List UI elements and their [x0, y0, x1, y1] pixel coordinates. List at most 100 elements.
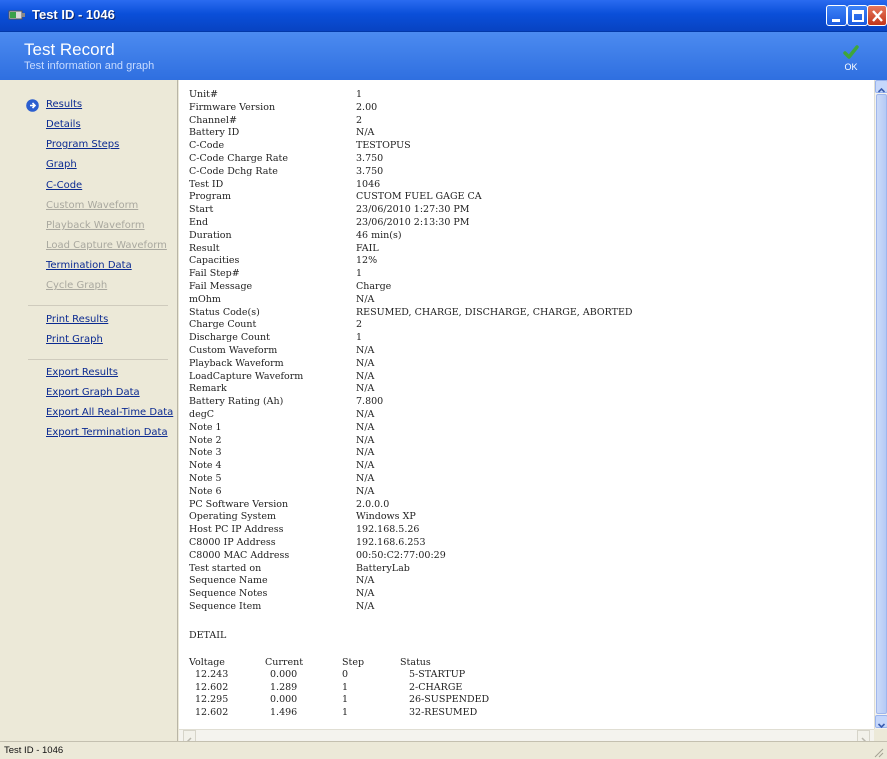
page-header: Test Record Test information and graph O… [0, 32, 887, 80]
field-label: Charge Count [189, 319, 257, 331]
sidebar-item-details[interactable]: Details [46, 119, 81, 130]
sidebar-item-export-results[interactable]: Export Results [46, 367, 118, 378]
detail-cell: 1 [342, 706, 349, 718]
detail-cell: 1 [342, 694, 349, 705]
field-value: 2 [356, 319, 363, 331]
field-value: N/A [356, 127, 375, 139]
detail-cell: 12.243 [195, 669, 229, 680]
detail-cell: 1 [342, 681, 349, 693]
close-icon [872, 10, 883, 22]
field-label: PC Software Version [189, 498, 289, 510]
field-label: Fail Step# [189, 268, 240, 280]
detail-column-header: Current [265, 657, 304, 668]
field-value: N/A [356, 345, 375, 356]
field-value: N/A [356, 370, 375, 382]
field-value: N/A [356, 383, 375, 395]
field-label: Test ID [189, 178, 224, 190]
sidebar-item-graph[interactable]: Graph [46, 159, 77, 170]
field-value: N/A [356, 421, 375, 433]
field-value: RESUMED, CHARGE, DISCHARGE, CHARGE, ABOR… [356, 306, 633, 318]
field-value: N/A [356, 473, 375, 484]
field-value: N/A [356, 460, 375, 472]
field-value: 1046 [356, 178, 381, 190]
checkmark-icon [843, 45, 859, 59]
sidebar-divider [28, 305, 168, 306]
field-value: 3.750 [356, 165, 384, 177]
window-titlebar[interactable]: Test ID - 1046 [0, 0, 887, 32]
page-subtitle: Test information and graph [24, 60, 155, 72]
field-value: 7.800 [356, 396, 384, 408]
window-title: Test ID - 1046 [32, 7, 115, 22]
status-bar: Test ID - 1046 [0, 741, 887, 759]
field-label: Result [189, 242, 220, 254]
scroll-down-button[interactable] [875, 715, 887, 729]
field-label: Sequence Notes [189, 588, 268, 600]
field-label: Sequence Item [189, 601, 262, 612]
field-label: Note 2 [189, 434, 222, 446]
detail-heading: DETAIL [189, 630, 227, 641]
field-label: Test started on [189, 562, 262, 574]
scroll-up-button[interactable] [875, 80, 887, 93]
field-label: Program [189, 191, 231, 203]
vertical-scroll-thumb[interactable] [876, 94, 887, 714]
field-value: N/A [356, 575, 375, 587]
sidebar-item-program-steps[interactable]: Program Steps [46, 139, 119, 150]
field-label: Discharge Count [189, 332, 270, 344]
field-value: N/A [356, 447, 375, 459]
sidebar-divider [28, 359, 168, 360]
field-label: C-Code Charge Rate [189, 153, 288, 164]
detail-cell: 12.295 [195, 694, 229, 705]
minimize-button[interactable] [826, 5, 847, 26]
maximize-button[interactable] [847, 5, 868, 26]
field-value: 46 min(s) [356, 229, 402, 241]
field-value: 23/06/2010 1:27:30 PM [356, 204, 470, 216]
battery-app-icon [8, 10, 25, 20]
sidebar-item-results[interactable]: Results [46, 99, 82, 110]
field-value: 2.00 [356, 101, 378, 113]
ok-button[interactable]: OK [838, 44, 864, 74]
detail-cell: 0.000 [270, 669, 298, 680]
sidebar-item-print-graph[interactable]: Print Graph [46, 334, 103, 345]
sidebar-item-custom-waveform: Custom Waveform [46, 200, 139, 211]
field-value: Windows XP [356, 511, 416, 523]
field-label: Host PC IP Address [189, 524, 284, 536]
results-panel[interactable]: Unit# 1 Firmware Version 2.00 Channel# 2 Batte… [179, 80, 874, 729]
field-value: N/A [356, 434, 375, 446]
field-value: 1 [356, 268, 363, 280]
detail-cell: 2-CHARGE [409, 681, 463, 693]
sidebar-item-export-graph-data[interactable]: Export Graph Data [46, 387, 140, 398]
sidebar-item-export-termination-data[interactable]: Export Termination Data [46, 427, 168, 438]
field-label: Unit# [189, 89, 218, 100]
field-value: 2.0.0.0 [356, 498, 390, 510]
field-label: Operating System [189, 511, 276, 523]
field-value: N/A [356, 293, 375, 305]
resize-grip-icon[interactable] [872, 746, 884, 758]
field-label: Capacities [189, 255, 240, 267]
sidebar-item-termination-data[interactable]: Termination Data [46, 260, 132, 271]
field-label: Duration [189, 229, 232, 241]
field-label: Note 6 [189, 485, 222, 497]
status-text: Test ID - 1046 [4, 745, 64, 756]
sidebar-item-export-all-real-time-data[interactable]: Export All Real-Time Data [46, 407, 173, 418]
close-button[interactable] [867, 5, 887, 26]
sidebar-item-c-code[interactable]: C-Code [46, 180, 82, 191]
field-value: Charge [356, 281, 392, 292]
field-label: mOhm [189, 293, 221, 305]
detail-cell: 32-RESUMED [409, 706, 478, 718]
field-value: CUSTOM FUEL GAGE CA [356, 191, 482, 203]
minimize-icon [832, 19, 840, 22]
field-label: Status Code(s) [189, 306, 260, 318]
field-label: C8000 MAC Address [189, 549, 290, 561]
vertical-scrollbar[interactable] [874, 80, 887, 729]
field-label: LoadCapture Waveform [189, 370, 304, 382]
field-label: Remark [189, 383, 227, 395]
field-value: N/A [356, 601, 375, 612]
sidebar-item-print-results[interactable]: Print Results [46, 314, 108, 325]
field-value: 3.750 [356, 153, 384, 164]
current-section-arrow-icon [26, 99, 39, 112]
field-value: TESTOPUS [356, 140, 411, 152]
horizontal-scrollbar[interactable] [179, 729, 874, 745]
field-value: 00:50:C2:77:00:29 [356, 549, 446, 561]
ok-label: OK [844, 62, 858, 72]
sidebar-item-load-capture-waveform: Load Capture Waveform [46, 240, 167, 251]
